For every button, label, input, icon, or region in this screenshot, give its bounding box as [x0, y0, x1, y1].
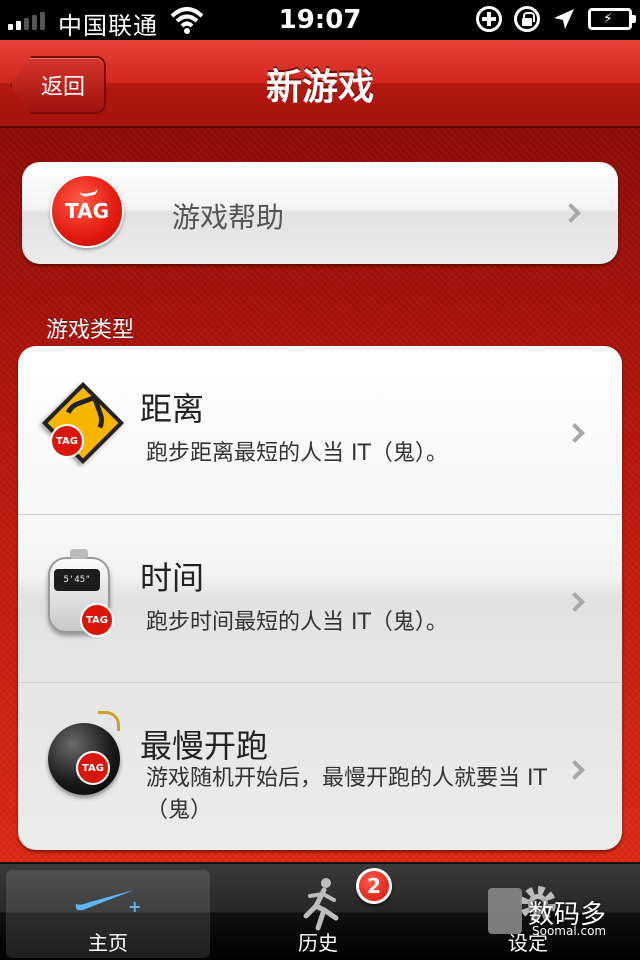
section-header-game-types: 游戏类型	[46, 318, 135, 343]
watermark: 数码多 Soomal.com	[484, 872, 634, 942]
tag-logo-icon: TAG	[50, 174, 124, 248]
svg-text:+: +	[128, 897, 141, 914]
game-type-time[interactable]: 5'45" TAG 时间 跑步时间最短的人当 IT（鬼）。	[18, 514, 622, 682]
content-area: TAG 游戏帮助 游戏类型 TAG 距离 跑步距离最短的人当 IT（鬼）。 5'…	[0, 128, 640, 862]
game-type-description: 跑步距离最短的人当 IT（鬼）。	[146, 441, 448, 466]
tab-label: 主页	[88, 931, 128, 955]
game-help-label: 游戏帮助	[172, 201, 285, 234]
game-type-distance[interactable]: TAG 距离 跑步距离最短的人当 IT（鬼）。	[18, 346, 622, 514]
watermark-subtext: Soomal.com	[532, 924, 607, 938]
game-types-list: TAG 距离 跑步距离最短的人当 IT（鬼）。 5'45" TAG 时间 跑步时…	[18, 346, 622, 850]
watermark-logo-icon	[488, 888, 522, 934]
chevron-right-icon	[565, 760, 585, 780]
game-type-title: 距离	[140, 390, 205, 428]
location-arrow-icon	[554, 9, 574, 29]
tab-history[interactable]: 2 历史	[216, 868, 420, 958]
game-type-title: 时间	[140, 559, 205, 597]
chevron-right-icon	[565, 423, 585, 443]
runner-icon	[303, 878, 339, 931]
tab-home[interactable]: + 主页	[6, 870, 210, 958]
chevron-right-icon	[565, 592, 585, 612]
stopwatch-icon: 5'45" TAG	[46, 547, 126, 637]
page-title: 新游戏	[265, 67, 374, 108]
game-help-row[interactable]: TAG 游戏帮助	[22, 162, 618, 264]
game-type-title: 最慢开跑	[140, 727, 269, 765]
status-bar: 中国联通 19:07 ⚡	[0, 0, 640, 40]
chevron-right-icon	[561, 203, 581, 223]
tab-label: 历史	[298, 931, 338, 955]
alarm-plus-icon	[476, 6, 502, 32]
game-type-slowest-start[interactable]: TAG 最慢开跑 游戏随机开始后，最慢开跑的人就要当 IT （鬼）	[18, 682, 622, 850]
game-type-description: 跑步时间最短的人当 IT（鬼）。	[146, 610, 448, 635]
notification-badge: 2	[356, 868, 392, 904]
game-type-description: 游戏随机开始后，最慢开跑的人就要当 IT （鬼）	[146, 766, 547, 823]
nike-swoosh-icon: +	[75, 890, 141, 914]
orientation-lock-icon	[514, 6, 540, 32]
distance-sign-icon: TAG	[41, 381, 126, 476]
battery-icon: ⚡	[588, 8, 636, 30]
navigation-bar: 返回 新游戏	[0, 40, 640, 128]
bomb-icon: TAG	[46, 711, 126, 801]
